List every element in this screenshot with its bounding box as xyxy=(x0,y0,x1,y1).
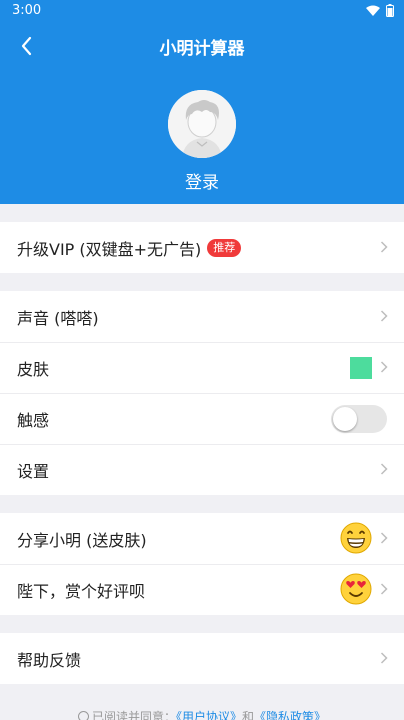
sound-label: 声音 (嗒嗒) xyxy=(17,308,99,328)
privacy-policy-link[interactable]: 《隐私政策》 xyxy=(254,710,326,720)
chevron-right-icon xyxy=(380,241,388,253)
heart-eyes-emoji-icon xyxy=(340,573,372,605)
chevron-right-icon xyxy=(380,583,388,595)
chevron-right-icon xyxy=(380,310,388,322)
upgrade-vip-label: 升级VIP (双键盘+无广告) xyxy=(17,239,202,259)
haptic-row: 触感 xyxy=(0,393,404,444)
app-header: 3:00 小明计算器 登录 xyxy=(0,0,404,204)
page-title: 小明计算器 xyxy=(159,39,245,59)
wifi-icon xyxy=(366,5,380,16)
feedback-row[interactable]: 帮助反馈 xyxy=(0,633,404,684)
login-button[interactable]: 登录 xyxy=(0,168,404,193)
toggle-knob xyxy=(333,407,357,431)
skin-row[interactable]: 皮肤 xyxy=(0,342,404,393)
status-time: 3:00 xyxy=(12,3,42,18)
agreement-footer: 已阅读并同意：《用户协议》和《隐私政策》 xyxy=(0,708,404,720)
settings-row[interactable]: 设置 xyxy=(0,444,404,495)
agree-checkbox[interactable] xyxy=(77,711,89,720)
haptic-label: 触感 xyxy=(17,410,50,430)
battery-icon xyxy=(386,4,394,17)
skin-label: 皮肤 xyxy=(17,359,50,379)
chevron-right-icon xyxy=(380,361,388,373)
social-group: 分享小明 (送皮肤) 陛下，赏个好评呗 xyxy=(0,513,404,615)
share-row[interactable]: 分享小明 (送皮肤) xyxy=(0,513,404,564)
rate-label: 陛下，赏个好评呗 xyxy=(17,581,146,601)
feedback-label: 帮助反馈 xyxy=(17,650,82,670)
skin-color-swatch xyxy=(350,357,372,379)
status-icons xyxy=(366,4,394,17)
settings-group: 声音 (嗒嗒) 皮肤 触感 设置 xyxy=(0,291,404,495)
chevron-right-icon xyxy=(380,652,388,664)
and-text: 和 xyxy=(242,710,255,720)
upgrade-vip-row[interactable]: 升级VIP (双键盘+无广告) 推荐 xyxy=(0,222,404,273)
grin-emoji-icon xyxy=(340,522,372,554)
settings-label: 设置 xyxy=(17,461,50,481)
agree-prefix: 已阅读并同意： xyxy=(91,710,176,720)
vip-group: 升级VIP (双键盘+无广告) 推荐 xyxy=(0,222,404,273)
help-group: 帮助反馈 xyxy=(0,633,404,684)
avatar[interactable] xyxy=(168,90,236,158)
rate-row[interactable]: 陛下，赏个好评呗 xyxy=(0,564,404,615)
share-label: 分享小明 (送皮肤) xyxy=(17,530,147,550)
haptic-toggle[interactable] xyxy=(331,405,387,433)
user-agreement-link[interactable]: 《用户协议》 xyxy=(176,710,242,720)
sound-row[interactable]: 声音 (嗒嗒) xyxy=(0,291,404,342)
recommend-badge: 推荐 xyxy=(207,238,242,257)
title-bar: 小明计算器 xyxy=(0,24,404,68)
status-bar: 3:00 xyxy=(0,0,404,22)
chevron-right-icon xyxy=(380,532,388,544)
chevron-right-icon xyxy=(380,463,388,475)
avatar-icon xyxy=(168,90,236,158)
